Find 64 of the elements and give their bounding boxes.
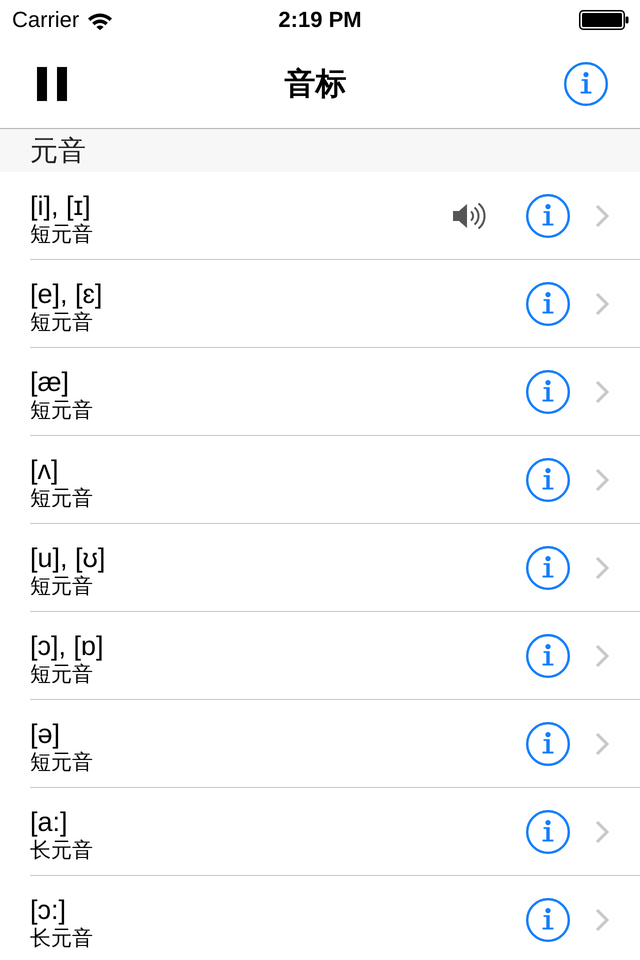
vowel-category: 短元音: [30, 398, 93, 424]
info-icon: [526, 634, 570, 678]
chevron-icon: [595, 380, 609, 404]
info-button[interactable]: [526, 194, 570, 238]
info-button[interactable]: [526, 722, 570, 766]
info-icon: [526, 458, 570, 502]
info-icon: [526, 722, 570, 766]
chevron-icon: [595, 204, 609, 228]
info-icon: [526, 370, 570, 414]
wifi-icon: [87, 10, 114, 30]
vowel-row[interactable]: [u], [ʊ] 短元音: [30, 524, 640, 612]
vowel-row[interactable]: [ɔ:] 长元音: [30, 876, 640, 960]
info-button[interactable]: [526, 546, 570, 590]
vowel-category: 短元音: [30, 662, 93, 688]
info-button[interactable]: [526, 370, 570, 414]
vowel-row[interactable]: [ɔ], [ɒ] 短元音: [30, 612, 640, 700]
vowel-row[interactable]: [ə] 短元音: [30, 700, 640, 788]
info-icon: [526, 898, 570, 942]
chevron-icon: [595, 292, 609, 316]
carrier-name: Carrier: [12, 7, 80, 33]
info-button[interactable]: [564, 62, 608, 106]
phonetic-symbol: [ʌ]: [30, 454, 59, 486]
info-button[interactable]: [526, 282, 570, 326]
chevron-icon: [595, 644, 609, 668]
vowel-category: 短元音: [30, 486, 93, 512]
vowel-row[interactable]: [æ] 短元音: [30, 348, 640, 436]
info-icon: [564, 62, 608, 106]
chevron-icon: [595, 820, 609, 844]
info-button[interactable]: [526, 898, 570, 942]
info-button[interactable]: [526, 634, 570, 678]
screen-title: 音标: [284, 66, 346, 102]
pause-button[interactable]: [37, 67, 67, 101]
pause-icon: [37, 67, 67, 101]
phonetic-symbol: [ɔ], [ɒ]: [30, 630, 104, 662]
chevron-icon: [595, 732, 609, 756]
vowel-row[interactable]: [a:] 长元音: [30, 788, 640, 876]
vowel-category: 长元音: [30, 926, 93, 952]
status-time: 2:19 PM: [278, 7, 362, 33]
info-button[interactable]: [526, 810, 570, 854]
chevron-icon: [595, 908, 609, 932]
vowel-row[interactable]: [e], [ɛ] 短元音: [30, 260, 640, 348]
info-icon: [526, 810, 570, 854]
phonetic-symbol: [u], [ʊ]: [30, 542, 106, 574]
vowel-row[interactable]: [i], [ɪ] 短元音: [30, 172, 640, 260]
chevron-icon: [595, 468, 609, 492]
vowel-category: 短元音: [30, 222, 93, 248]
info-button[interactable]: [526, 458, 570, 502]
phonetic-symbol: [ɔ:]: [30, 894, 66, 926]
battery-icon: [579, 10, 629, 30]
phonetic-symbol: [i], [ɪ]: [30, 190, 91, 222]
chevron-icon: [595, 556, 609, 580]
phonetic-symbol: [e], [ɛ]: [30, 278, 102, 310]
vowel-category: 短元音: [30, 750, 93, 776]
info-icon: [526, 282, 570, 326]
vowel-category: 短元音: [30, 574, 93, 600]
vowel-row[interactable]: [ʌ] 短元音: [30, 436, 640, 524]
phonetic-symbol: [æ]: [30, 366, 70, 398]
info-icon: [526, 194, 570, 238]
phonetic-symbol: [a:]: [30, 806, 68, 838]
vowel-category: 短元音: [30, 310, 93, 336]
section-title: 元音: [30, 134, 86, 168]
vowel-category: 长元音: [30, 838, 93, 864]
info-icon: [526, 546, 570, 590]
phonetic-symbol: [ə]: [30, 718, 60, 750]
